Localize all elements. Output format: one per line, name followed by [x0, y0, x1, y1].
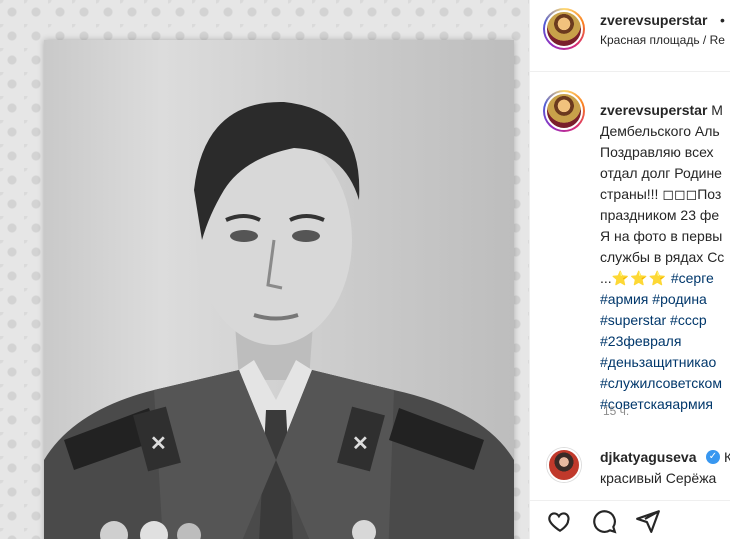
post-header: zverevsuperstar • Красная площадь / Re — [530, 0, 730, 72]
caption-line: #армия #родина — [600, 289, 730, 310]
separator-dot: • — [720, 12, 725, 28]
caption-line: Поздравляю всех — [600, 144, 714, 160]
author-avatar[interactable] — [543, 8, 585, 50]
author-username[interactable]: zverevsuperstar — [600, 12, 707, 28]
hashtag-link[interactable]: #серге — [671, 270, 714, 286]
hashtag-link[interactable]: #армия — [600, 291, 648, 307]
hashtag-link[interactable]: #ссср — [670, 312, 707, 328]
post-photo[interactable]: ✕ ✕ — [0, 0, 529, 539]
commenter-avatar[interactable] — [547, 448, 581, 482]
caption-line-text: М — [711, 102, 723, 118]
caption-line: #superstar #ссср — [600, 310, 730, 331]
caption-line: #деньзащитникао — [600, 352, 730, 373]
paper-plane-icon[interactable] — [635, 508, 661, 534]
comment-icon[interactable] — [591, 508, 617, 534]
post-caption: zverevsuperstar М Дембельского Аль Поздр… — [600, 100, 730, 415]
post-side-panel: zverevsuperstar • Красная площадь / Re z… — [529, 0, 730, 539]
svg-text:✕: ✕ — [352, 433, 369, 455]
svg-text:✕: ✕ — [150, 433, 167, 455]
caption-line: #23февраля — [600, 331, 730, 352]
caption-line: ...⭐⭐⭐ #серге — [600, 268, 730, 289]
verified-badge-icon: ✓ — [706, 450, 720, 464]
caption-ellipsis: ... — [600, 270, 612, 286]
caption-line: zverevsuperstar М — [600, 100, 730, 121]
caption-line: #служилсоветском — [600, 373, 730, 394]
portrait-illustration: ✕ ✕ — [44, 101, 514, 539]
hashtag-link[interactable]: #23февраля — [600, 333, 681, 349]
hashtag-link[interactable]: #superstar — [600, 312, 666, 328]
comment-text-start: К — [724, 449, 730, 465]
caption-line: службы в рядах Сс — [600, 249, 725, 265]
caption-line: страны!!! ◻◻◻Поз — [600, 186, 722, 202]
caption-author-avatar[interactable] — [543, 90, 585, 132]
hashtag-link[interactable]: #служилсоветском — [600, 375, 722, 391]
caption-line: праздником 23 фе — [600, 207, 720, 223]
commenter-username[interactable]: djkatyaguseva — [600, 449, 697, 465]
stars-emoji: ⭐⭐⭐ — [611, 270, 667, 286]
caption-username[interactable]: zverevsuperstar — [600, 102, 707, 118]
caption-line: Я на фото в первы — [600, 228, 723, 244]
caption-line: отдал долг Родине — [600, 165, 722, 181]
post-timestamp[interactable]: 15 ч. — [603, 404, 629, 418]
soldier-portrait-photo: ✕ ✕ — [44, 40, 514, 539]
heart-icon[interactable] — [547, 508, 573, 534]
hashtag-link[interactable]: #деньзащитникао — [600, 354, 716, 370]
hashtag-link[interactable]: #родина — [652, 291, 707, 307]
post-location[interactable]: Красная площадь / Re — [600, 33, 725, 47]
comment-text: красивый Серёжа — [600, 470, 717, 486]
post-actions-bar — [530, 500, 730, 539]
caption-line: Дембельского Аль — [600, 123, 720, 139]
